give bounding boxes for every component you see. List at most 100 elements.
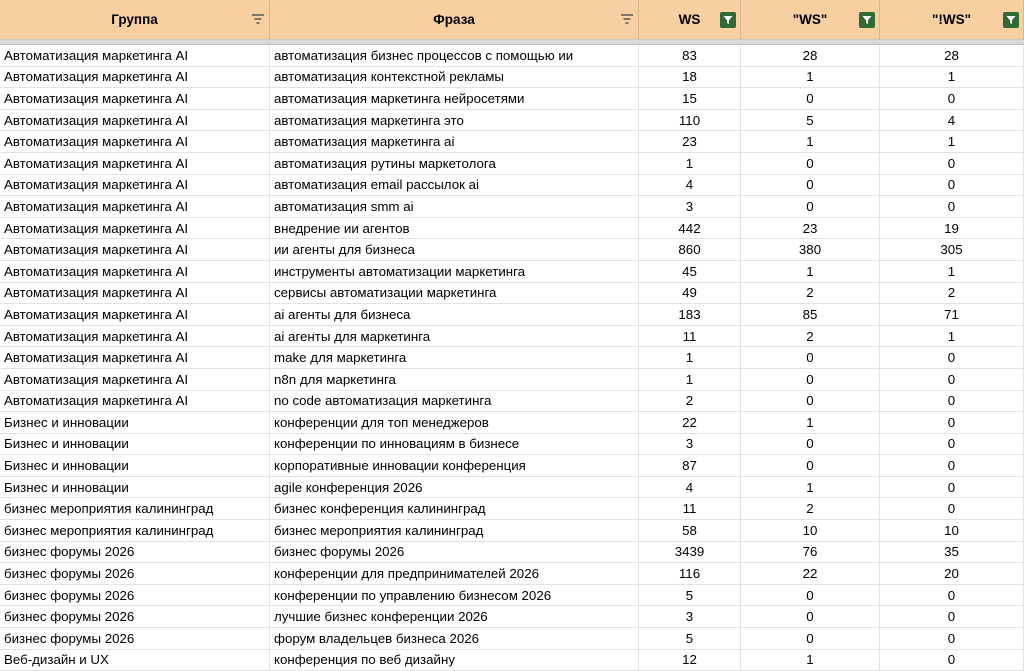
filter-icon[interactable] <box>251 13 265 25</box>
cell-phrase[interactable]: конференция по веб дизайну <box>270 649 639 671</box>
cell-ws[interactable]: 11 <box>639 325 741 347</box>
cell-ws[interactable]: 12 <box>639 649 741 671</box>
cell-ws-quoted[interactable]: 2 <box>741 282 880 304</box>
cell-ws[interactable]: 15 <box>639 88 741 109</box>
cell-phrase[interactable]: автоматизация маркетинга нейросетями <box>270 88 639 109</box>
cell-ws[interactable]: 5 <box>639 628 741 649</box>
cell-ws-quoted[interactable]: 28 <box>741 45 880 66</box>
cell-ws-exact[interactable]: 1 <box>880 131 1024 152</box>
cell-ws-quoted[interactable]: 0 <box>741 584 880 606</box>
cell-phrase[interactable]: ai агенты для маркетинга <box>270 325 639 347</box>
cell-phrase[interactable]: автоматизация маркетинга ai <box>270 131 639 152</box>
cell-phrase[interactable]: автоматизация маркетинга это <box>270 109 639 131</box>
cell-group[interactable]: Автоматизация маркетинга AI <box>0 368 270 390</box>
cell-ws-exact[interactable]: 0 <box>880 152 1024 174</box>
cell-ws-exact[interactable]: 0 <box>880 649 1024 671</box>
column-header-ws-quoted[interactable]: "WS" <box>741 0 880 39</box>
cell-ws-exact[interactable]: 0 <box>880 628 1024 649</box>
filter-icon[interactable] <box>620 13 634 25</box>
cell-phrase[interactable]: конференции по инновациям в бизнесе <box>270 433 639 455</box>
cell-ws-exact[interactable]: 4 <box>880 109 1024 131</box>
cell-group[interactable]: бизнес мероприятия калининград <box>0 498 270 520</box>
cell-group[interactable]: Автоматизация маркетинга AI <box>0 304 270 325</box>
cell-ws-exact[interactable]: 0 <box>880 174 1024 196</box>
cell-phrase[interactable]: автоматизация email рассылок ai <box>270 174 639 196</box>
cell-ws-quoted[interactable]: 1 <box>741 131 880 152</box>
cell-phrase[interactable]: автоматизация рутины маркетолога <box>270 152 639 174</box>
cell-group[interactable]: бизнес форумы 2026 <box>0 606 270 628</box>
cell-ws[interactable]: 1 <box>639 152 741 174</box>
cell-ws-quoted[interactable]: 0 <box>741 433 880 455</box>
cell-phrase[interactable]: конференции по управлению бизнесом 2026 <box>270 584 639 606</box>
cell-phrase[interactable]: инструменты автоматизации маркетинга <box>270 260 639 282</box>
cell-ws-exact[interactable]: 0 <box>880 368 1024 390</box>
cell-ws-exact[interactable]: 19 <box>880 217 1024 239</box>
cell-ws-quoted[interactable]: 0 <box>741 347 880 368</box>
cell-ws[interactable]: 87 <box>639 455 741 476</box>
cell-ws-exact[interactable]: 0 <box>880 347 1024 368</box>
cell-ws-exact[interactable]: 0 <box>880 498 1024 520</box>
cell-group[interactable]: бизнес форумы 2026 <box>0 628 270 649</box>
cell-ws-exact[interactable]: 0 <box>880 606 1024 628</box>
cell-group[interactable]: Автоматизация маркетинга AI <box>0 196 270 217</box>
cell-ws[interactable]: 1 <box>639 368 741 390</box>
cell-phrase[interactable]: сервисы автоматизации маркетинга <box>270 282 639 304</box>
cell-ws-exact[interactable]: 0 <box>880 476 1024 498</box>
cell-ws[interactable]: 4 <box>639 476 741 498</box>
cell-ws[interactable]: 3 <box>639 606 741 628</box>
cell-group[interactable]: Автоматизация маркетинга AI <box>0 109 270 131</box>
cell-ws[interactable]: 183 <box>639 304 741 325</box>
cell-ws-quoted[interactable]: 1 <box>741 260 880 282</box>
cell-ws[interactable]: 4 <box>639 174 741 196</box>
cell-ws[interactable]: 83 <box>639 45 741 66</box>
cell-ws-exact[interactable]: 0 <box>880 390 1024 412</box>
cell-ws-exact[interactable]: 2 <box>880 282 1024 304</box>
cell-ws-exact[interactable]: 0 <box>880 88 1024 109</box>
cell-ws[interactable]: 49 <box>639 282 741 304</box>
cell-ws-quoted[interactable]: 85 <box>741 304 880 325</box>
cell-ws-quoted[interactable]: 1 <box>741 412 880 433</box>
cell-phrase[interactable]: автоматизация smm ai <box>270 196 639 217</box>
cell-phrase[interactable]: лучшие бизнес конференции 2026 <box>270 606 639 628</box>
cell-phrase[interactable]: бизнес конференция калининград <box>270 498 639 520</box>
cell-ws[interactable]: 116 <box>639 563 741 584</box>
cell-group[interactable]: Автоматизация маркетинга AI <box>0 152 270 174</box>
cell-phrase[interactable]: автоматизация контекстной рекламы <box>270 66 639 88</box>
cell-ws-quoted[interactable]: 0 <box>741 196 880 217</box>
cell-ws[interactable]: 3 <box>639 433 741 455</box>
cell-ws[interactable]: 110 <box>639 109 741 131</box>
cell-group[interactable]: Автоматизация маркетинга AI <box>0 239 270 260</box>
cell-ws-quoted[interactable]: 22 <box>741 563 880 584</box>
cell-ws-quoted[interactable]: 2 <box>741 498 880 520</box>
cell-group[interactable]: Автоматизация маркетинга AI <box>0 325 270 347</box>
cell-group[interactable]: Бизнес и инновации <box>0 433 270 455</box>
cell-group[interactable]: бизнес форумы 2026 <box>0 584 270 606</box>
cell-group[interactable]: Автоматизация маркетинга AI <box>0 66 270 88</box>
active-filter-icon[interactable] <box>859 12 875 28</box>
cell-phrase[interactable]: n8n для маркетинга <box>270 368 639 390</box>
cell-group[interactable]: Бизнес и инновации <box>0 476 270 498</box>
cell-ws-quoted[interactable]: 23 <box>741 217 880 239</box>
cell-group[interactable]: Бизнес и инновации <box>0 455 270 476</box>
cell-ws-quoted[interactable]: 0 <box>741 88 880 109</box>
cell-ws-exact[interactable]: 71 <box>880 304 1024 325</box>
cell-ws-exact[interactable]: 0 <box>880 196 1024 217</box>
cell-ws[interactable]: 860 <box>639 239 741 260</box>
cell-group[interactable]: Автоматизация маркетинга AI <box>0 390 270 412</box>
cell-phrase[interactable]: форум владельцев бизнеса 2026 <box>270 628 639 649</box>
cell-ws-quoted[interactable]: 0 <box>741 606 880 628</box>
cell-group[interactable]: Автоматизация маркетинга AI <box>0 174 270 196</box>
cell-ws-exact[interactable]: 28 <box>880 45 1024 66</box>
active-filter-icon[interactable] <box>720 12 736 28</box>
cell-ws[interactable]: 11 <box>639 498 741 520</box>
cell-ws-quoted[interactable]: 76 <box>741 541 880 563</box>
column-header-group[interactable]: Группа <box>0 0 270 39</box>
cell-group[interactable]: Автоматизация маркетинга AI <box>0 45 270 66</box>
cell-group[interactable]: бизнес мероприятия калининград <box>0 520 270 541</box>
cell-ws-exact[interactable]: 20 <box>880 563 1024 584</box>
cell-phrase[interactable]: make для маркетинга <box>270 347 639 368</box>
cell-ws-exact[interactable]: 1 <box>880 66 1024 88</box>
cell-group[interactable]: бизнес форумы 2026 <box>0 541 270 563</box>
cell-group[interactable]: Автоматизация маркетинга AI <box>0 282 270 304</box>
column-header-ws-exact[interactable]: "!WS" <box>880 0 1024 39</box>
